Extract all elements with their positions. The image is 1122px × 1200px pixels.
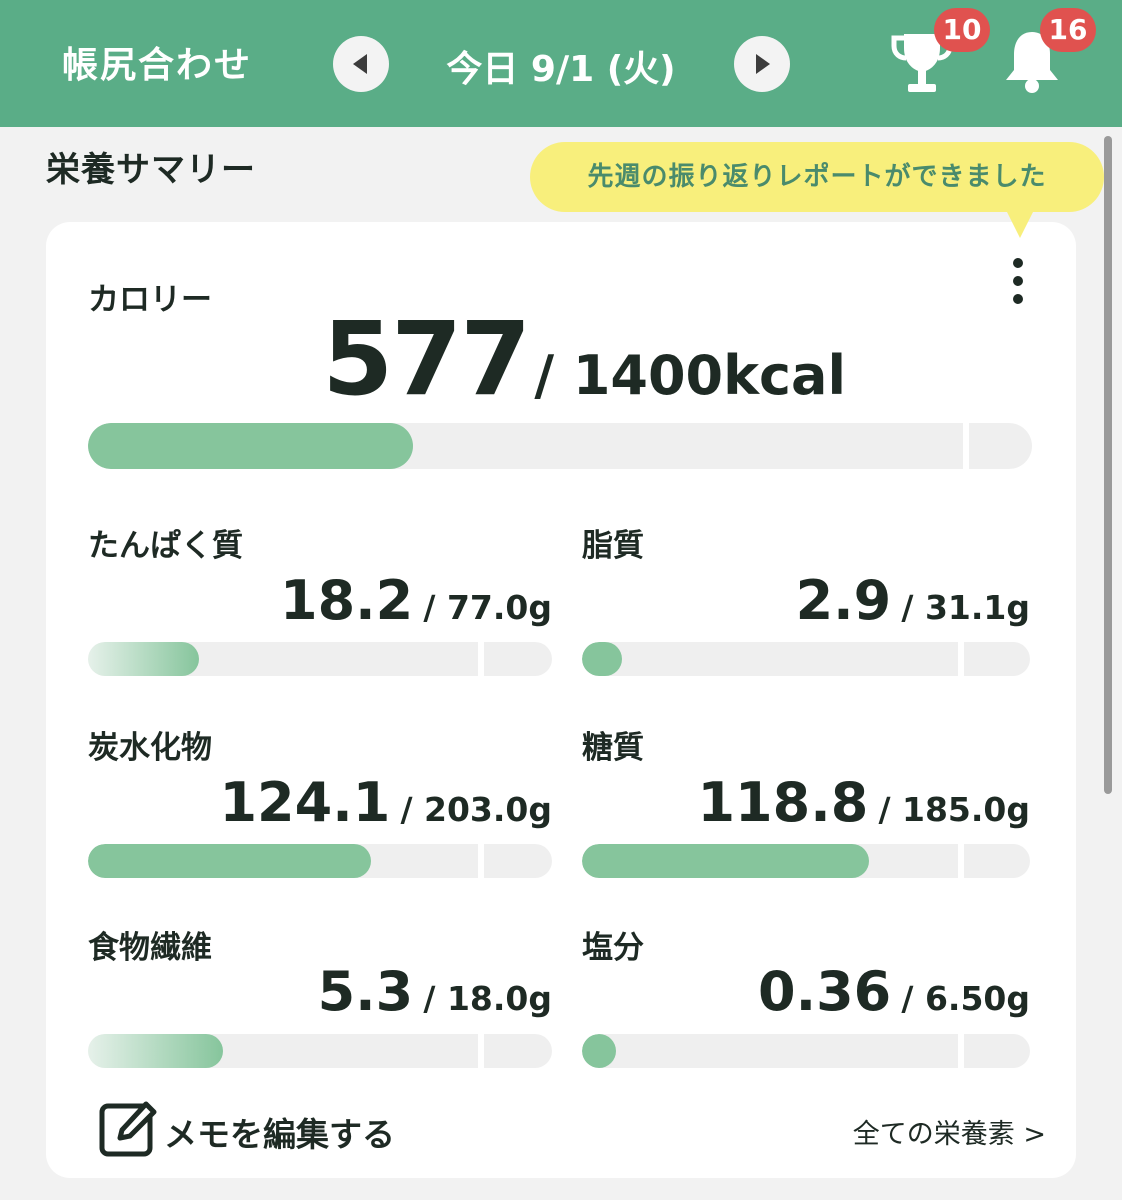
nutrient-value: 2.9 — [795, 569, 892, 632]
nutrient-target: / 31.1g — [901, 588, 1030, 627]
nutrient-progress-fill — [582, 642, 622, 676]
nutrient-progress-fill — [582, 844, 869, 878]
calorie-value: 577 — [322, 300, 531, 419]
app-title: 帳尻合わせ — [62, 45, 253, 86]
nutrient-label: 脂質 — [582, 528, 644, 564]
nutrient-target: / 77.0g — [423, 588, 552, 627]
progress-target-marker — [958, 844, 964, 878]
nutrient-value: 18.2 — [280, 569, 414, 632]
nutrient-value: 124.1 — [219, 771, 391, 834]
nutrient-progress-fill — [88, 642, 199, 676]
previous-day-button[interactable] — [333, 36, 389, 92]
more-vertical-icon[interactable] — [1004, 258, 1032, 304]
nutrient-readout: 18.2 / 77.0g — [152, 569, 552, 632]
progress-target-marker — [963, 423, 969, 469]
nutrient-progress-bar — [88, 642, 552, 676]
nutrient-progress-bar — [88, 1034, 552, 1068]
nutrient-value: 0.36 — [758, 960, 892, 1023]
nutrient-label: 炭水化物 — [88, 730, 212, 766]
calorie-progress-bar — [88, 423, 1032, 469]
nutrient-progress-bar — [582, 1034, 1030, 1068]
progress-target-marker — [478, 642, 484, 676]
nutrient-target: / 203.0g — [400, 790, 552, 829]
tooltip-tail — [1006, 210, 1034, 238]
nutrient-target: / 185.0g — [878, 790, 1030, 829]
progress-target-marker — [958, 642, 964, 676]
chevron-left-icon — [353, 54, 367, 74]
chevron-right-icon — [756, 54, 770, 74]
scrollbar[interactable] — [1104, 136, 1112, 794]
nutrient-progress-fill — [582, 1034, 616, 1068]
nutrient-target: / 18.0g — [423, 979, 552, 1018]
progress-target-marker — [478, 844, 484, 878]
nutrient-readout: 124.1 / 203.0g — [152, 771, 552, 834]
all-nutrients-link[interactable]: 全ての栄養素 > — [820, 1112, 1046, 1151]
progress-target-marker — [478, 1034, 484, 1068]
nutrient-value: 5.3 — [317, 960, 414, 1023]
nutrient-progress-fill — [88, 1034, 223, 1068]
calorie-readout: 577 / 1400kcal — [300, 300, 846, 419]
nutrient-progress-bar — [582, 642, 1030, 676]
calorie-target: / 1400kcal — [534, 344, 846, 407]
trophy-count-badge: 10 — [934, 8, 990, 52]
nutrient-target: / 6.50g — [901, 979, 1030, 1018]
calorie-progress-fill — [88, 423, 413, 469]
nutrient-progress-bar — [582, 844, 1030, 878]
section-title: 栄養サマリー — [46, 150, 256, 190]
notification-count-badge: 16 — [1040, 8, 1096, 52]
nutrient-label: たんぱく質 — [88, 528, 243, 564]
nutrient-progress-fill — [88, 844, 371, 878]
next-day-button[interactable] — [734, 36, 790, 92]
nutrient-readout: 0.36 / 6.50g — [630, 960, 1030, 1023]
calorie-label: カロリー — [88, 282, 212, 318]
app-header: 帳尻合わせ 今日 9/1 (火) 10 16 — [0, 0, 1122, 127]
current-date: 今日 9/1 (火) — [446, 49, 676, 90]
nutrient-value: 118.8 — [697, 771, 869, 834]
nutrient-readout: 118.8 / 185.0g — [630, 771, 1030, 834]
nutrient-readout: 2.9 / 31.1g — [630, 569, 1030, 632]
nutrient-readout: 5.3 / 18.0g — [152, 960, 552, 1023]
nutrient-label: 糖質 — [582, 730, 644, 766]
progress-target-marker — [958, 1034, 964, 1068]
edit-note-icon — [99, 1101, 157, 1157]
nutrient-progress-bar — [88, 844, 552, 878]
weekly-report-tooltip[interactable]: 先週の振り返りレポートができました — [530, 142, 1104, 212]
edit-memo-label: メモを編集する — [164, 1115, 395, 1154]
